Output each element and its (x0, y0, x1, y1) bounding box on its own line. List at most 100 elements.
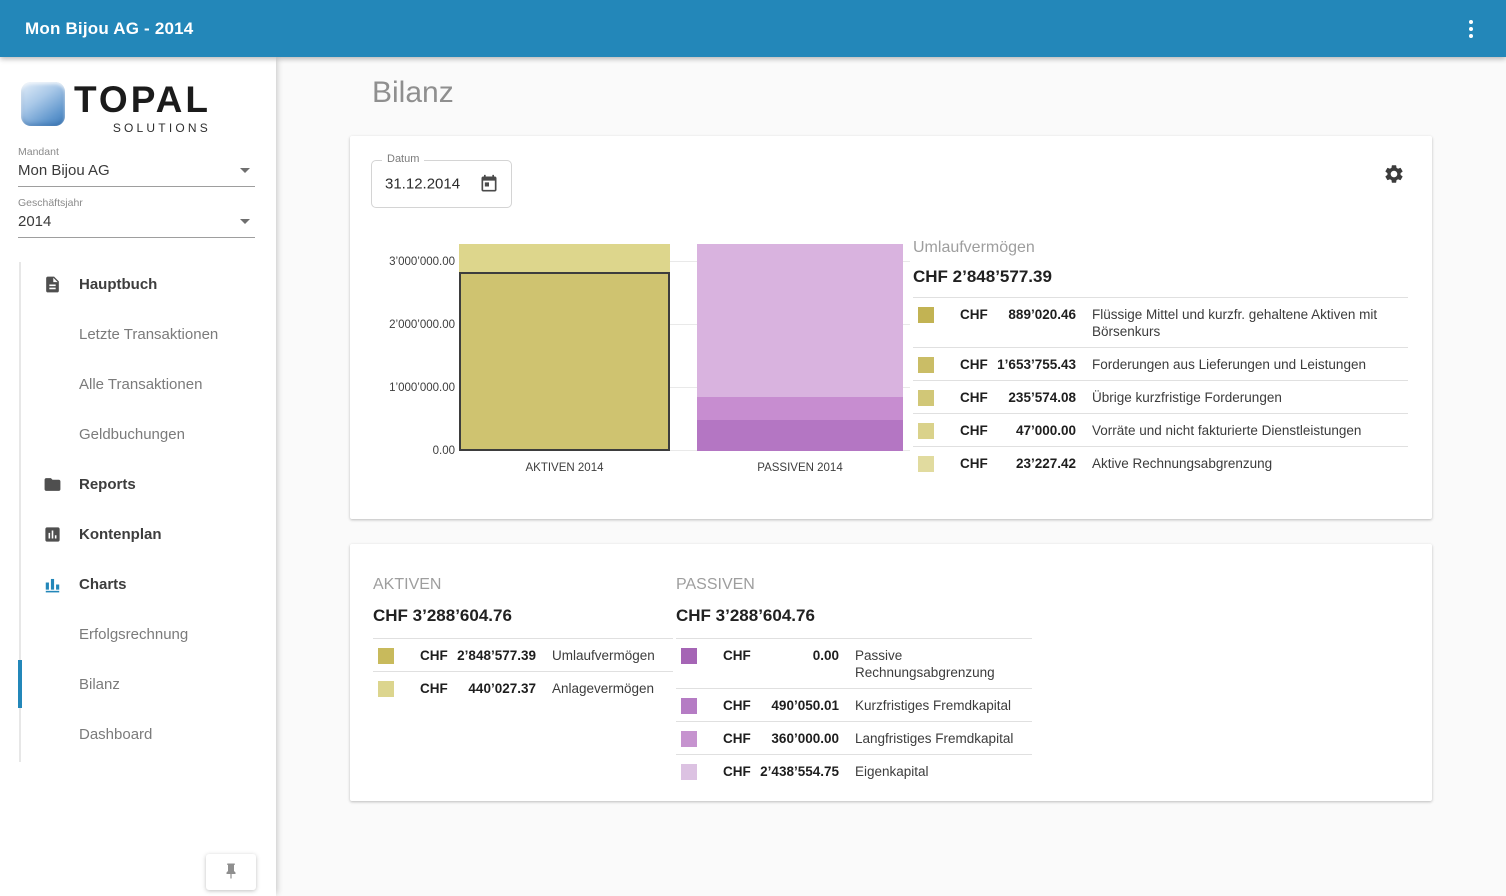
sidebar-item-label: Reports (79, 476, 136, 493)
sidebar-item-alle-transaktionen[interactable]: Alle Transaktionen (0, 359, 276, 409)
legend-amount: 2’438’554.75 (759, 763, 839, 780)
x-axis-label: PASSIVEN 2014 (697, 462, 903, 474)
overflow-menu-icon[interactable] (1454, 12, 1488, 46)
date-field[interactable]: Datum 31.12.2014 (371, 160, 512, 208)
segment-detail-panel: Umlaufvermögen CHF 2’848’577.39 CHF889’0… (913, 238, 1408, 479)
bar-segment-Eigenkapital[interactable] (697, 244, 903, 398)
legend-color-swatch (918, 390, 934, 406)
bar-segment-Langfristiges Fremdkapital[interactable] (697, 397, 903, 420)
legend-currency: CHF (723, 647, 759, 664)
logo-sub-text: SOLUTIONS (74, 121, 211, 135)
sidebar-item-label: Hauptbuch (79, 276, 157, 293)
legend-amount: 235’574.08 (996, 389, 1076, 406)
geschaeftsjahr-select[interactable]: Geschäftsjahr 2014 (18, 197, 255, 238)
sidebar-item-erfolgsrechnung[interactable]: Erfolgsrechnung (0, 609, 276, 659)
legend-row: CHF889’020.46Flüssige Mittel und kurzfr.… (913, 297, 1408, 347)
sidebar-item-geldbuchungen[interactable]: Geldbuchungen (0, 409, 276, 459)
sidebar-item-label: Bilanz (79, 676, 120, 693)
legend-row: CHF2’438’554.75Eigenkapital (676, 754, 1032, 787)
legend-color-swatch (918, 357, 934, 373)
legend-label: Flüssige Mittel und kurzfr. gehaltene Ak… (1092, 306, 1408, 340)
y-axis-tick-label: 1’000’000.00 (350, 380, 455, 396)
legend-row: CHF235’574.08Übrige kurzfristige Forderu… (913, 380, 1408, 413)
legend-row: CHF2’848’577.39Umlaufvermögen (373, 638, 673, 671)
bar-aktiven-2014 (459, 240, 670, 451)
chevron-down-icon (240, 168, 250, 173)
sidebar-item-label: Geldbuchungen (79, 426, 185, 443)
sidebar-item-label: Dashboard (79, 726, 152, 743)
segment-detail-total: CHF 2’848’577.39 (913, 266, 1408, 287)
legend-currency: CHF (960, 422, 996, 439)
sidebar-item-dashboard[interactable]: Dashboard (0, 709, 276, 759)
legend-amount: 1’653’755.43 (996, 356, 1076, 373)
sidebar-item-reports[interactable]: Reports (0, 459, 276, 509)
sidebar: TOPAL SOLUTIONS Mandant Mon Bijou AG Ges… (0, 57, 276, 896)
gear-icon[interactable] (1383, 163, 1405, 190)
passiven-total: CHF 3’288’604.76 (676, 605, 1032, 626)
sidebar-item-kontenplan[interactable]: Kontenplan (0, 509, 276, 559)
topbar: Mon Bijou AG - 2014 (0, 0, 1506, 57)
legend-color-swatch (681, 648, 697, 664)
legend-currency: CHF (960, 306, 996, 323)
legend-currency: CHF (960, 356, 996, 373)
legend-row: CHF490’050.01 Kurzfristiges Fremdkapital (676, 688, 1032, 721)
legend-row: CHF360’000.00Langfristiges Fremdkapital (676, 721, 1032, 754)
legend-color-swatch (681, 698, 697, 714)
legend-currency: CHF (960, 389, 996, 406)
legend-amount: 23’227.42 (996, 455, 1076, 472)
legend-currency: CHF (420, 647, 456, 664)
legend-row: CHF440’027.37Anlagevermögen (373, 671, 673, 704)
aktiven-title: AKTIVEN (373, 575, 673, 595)
aktiven-rows: CHF2’848’577.39UmlaufvermögenCHF440’027.… (373, 638, 673, 704)
page-title: Bilanz (372, 76, 454, 110)
y-axis-tick-label: 0.00 (350, 443, 455, 459)
sidebar-item-bilanz[interactable]: Bilanz (0, 659, 276, 709)
chart-card: Datum 31.12.2014 3’000’000.002’000’000.0… (350, 136, 1432, 519)
x-axis-label: AKTIVEN 2014 (459, 462, 670, 474)
passiven-title: PASSIVEN (676, 575, 1032, 595)
document-icon (43, 275, 62, 294)
pin-sidebar-button[interactable] (206, 854, 256, 890)
y-axis-tick-label: 2’000’000.00 (350, 317, 455, 333)
date-field-value: 31.12.2014 (385, 176, 460, 193)
legend-currency: CHF (723, 697, 759, 714)
bar-segment-Umlaufvermögen[interactable] (459, 272, 670, 451)
chevron-down-icon (240, 219, 250, 224)
legend-color-swatch (918, 456, 934, 472)
mandant-select[interactable]: Mandant Mon Bijou AG (18, 146, 255, 187)
sidebar-menu: Hauptbuch Letzte Transaktionen Alle Transa… (0, 259, 276, 759)
pin-icon (222, 862, 240, 883)
legend-color-swatch (378, 681, 394, 697)
legend-label: Umlaufvermögen (552, 647, 673, 664)
legend-color-swatch (918, 423, 934, 439)
bar-chart-icon (43, 575, 62, 594)
calendar-icon[interactable] (479, 174, 499, 199)
legend-amount: 440’027.37 (456, 680, 536, 697)
legend-label: Eigenkapital (855, 763, 1032, 780)
mandant-label: Mandant (18, 146, 255, 158)
bar-segment-Kurzfristiges Fremdkapital[interactable] (697, 420, 903, 451)
sidebar-item-hauptbuch[interactable]: Hauptbuch (0, 259, 276, 309)
topal-logo: TOPAL SOLUTIONS (21, 80, 211, 135)
sidebar-item-label: Kontenplan (79, 526, 162, 543)
bar-segment-Anlagevermögen[interactable] (459, 244, 670, 272)
legend-amount: 490’050.01 (759, 697, 839, 714)
x-axis: AKTIVEN 2014 PASSIVEN 2014 (459, 462, 910, 478)
chart-box-icon (43, 525, 62, 544)
legend-label: Langfristiges Fremdkapital (855, 730, 1032, 747)
chart-plot-area (459, 240, 910, 451)
sidebar-item-letzte-transaktionen[interactable]: Letzte Transaktionen (0, 309, 276, 359)
sidebar-item-label: Charts (79, 576, 127, 593)
legend-label: Vorräte und nicht fakturierte Dienstleis… (1092, 422, 1408, 439)
legend-amount: 0.00 (759, 647, 839, 664)
legend-label: Aktive Rechnungsabgrenzung (1092, 455, 1408, 472)
window-title: Mon Bijou AG - 2014 (25, 19, 193, 39)
aktiven-total: CHF 3’288’604.76 (373, 605, 673, 626)
sidebar-item-charts[interactable]: Charts (0, 559, 276, 609)
legend-amount: 47’000.00 (996, 422, 1076, 439)
sidebar-item-label: Alle Transaktionen (79, 376, 202, 393)
segment-detail-rows: CHF889’020.46Flüssige Mittel und kurzfr.… (913, 297, 1408, 479)
legend-label: Kurzfristiges Fremdkapital (855, 697, 1032, 714)
legend-row: CHF0.00Passive Rechnungsabgrenzung (676, 638, 1032, 688)
sidebar-item-label: Letzte Transaktionen (79, 326, 218, 343)
